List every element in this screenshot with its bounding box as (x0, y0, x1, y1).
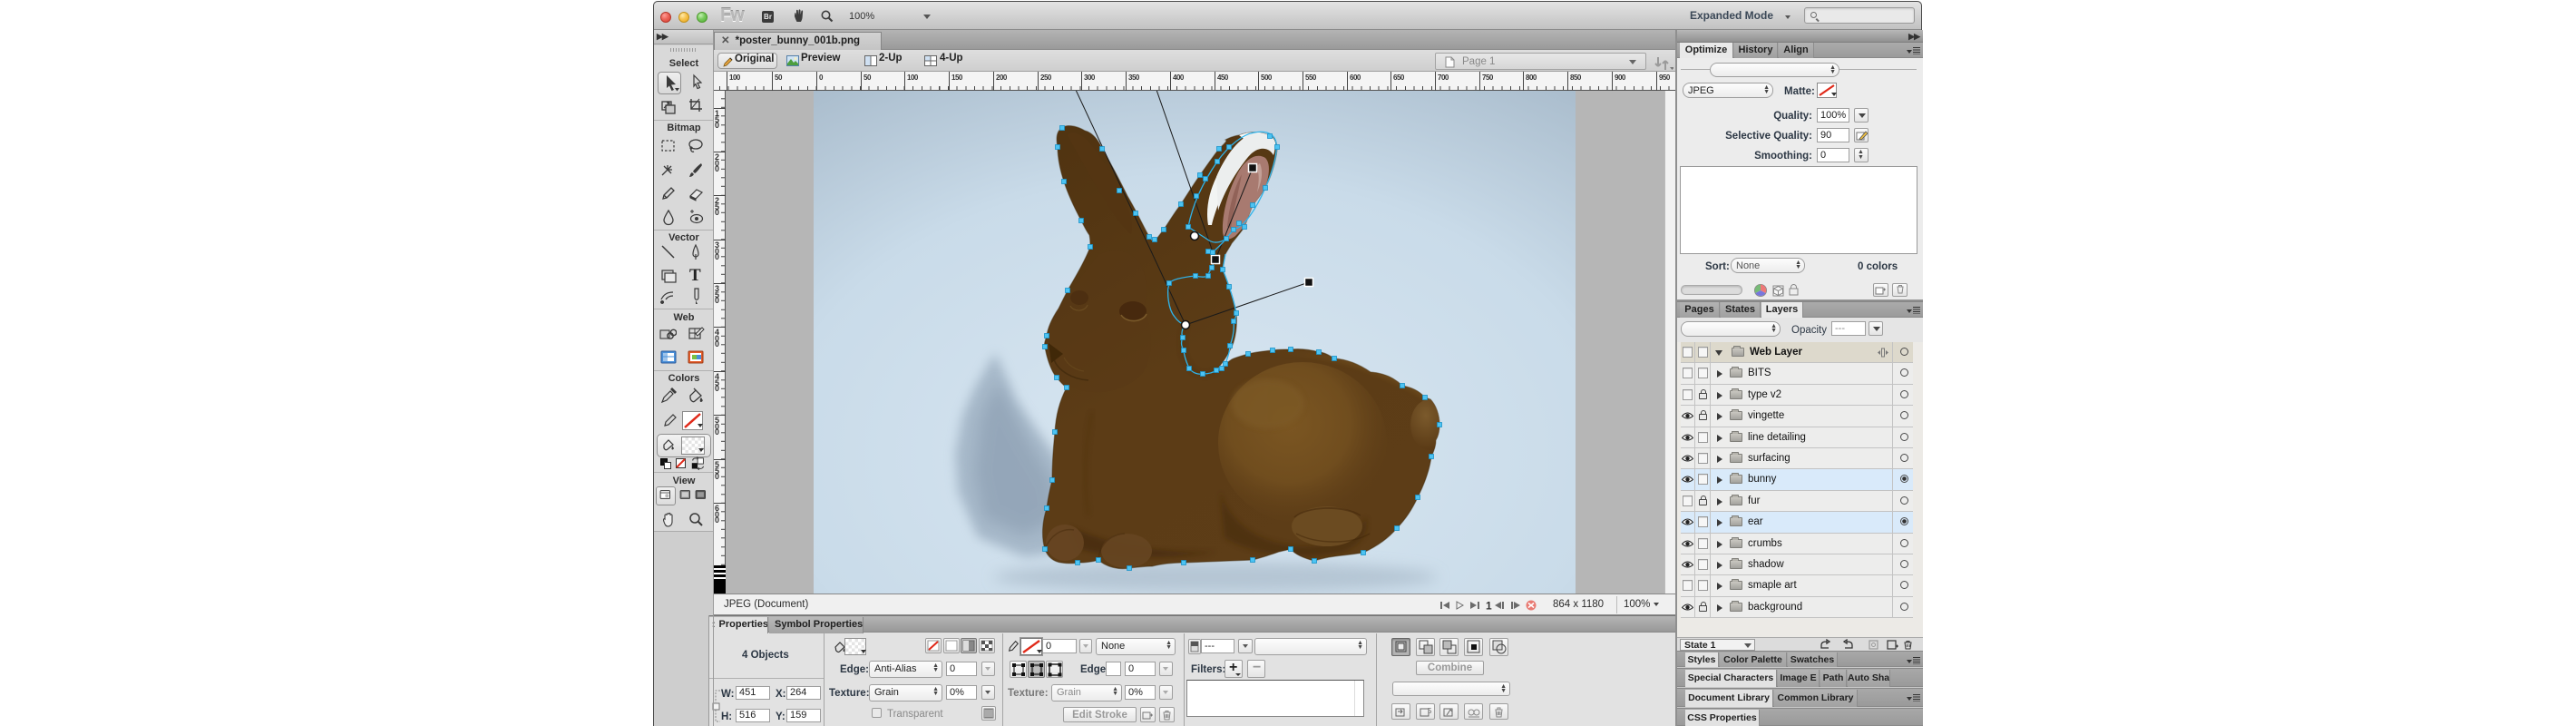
svg-text:1: 1 (1486, 600, 1492, 611)
svg-text:5: 5 (1428, 707, 1432, 715)
